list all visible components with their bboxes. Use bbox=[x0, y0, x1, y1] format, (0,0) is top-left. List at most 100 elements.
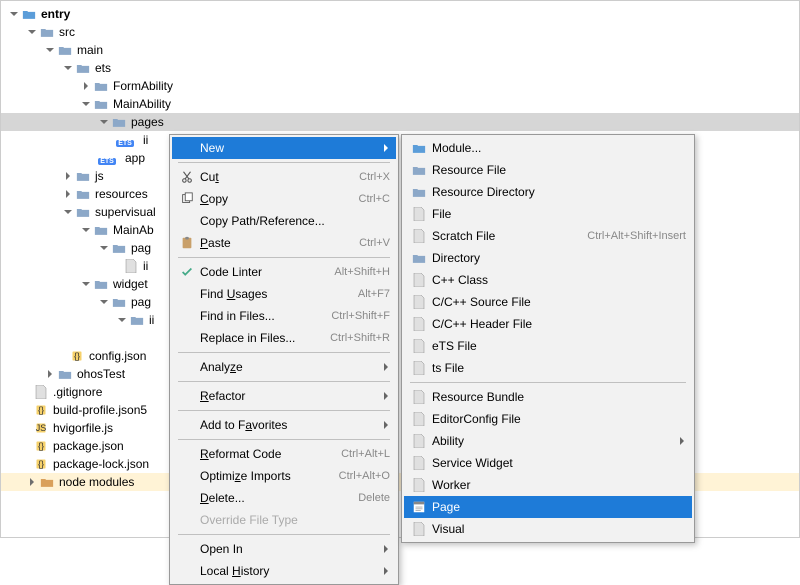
chevron-right-icon[interactable] bbox=[27, 477, 37, 487]
folder-icon bbox=[75, 204, 91, 220]
menu-item-override: Override File Type bbox=[172, 509, 396, 531]
chevron-down-icon[interactable] bbox=[99, 117, 109, 127]
tree-node-pages-selected[interactable]: pages bbox=[1, 113, 799, 131]
submenu-item-ccsrc[interactable]: C/C++ Source File bbox=[404, 291, 692, 313]
chevron-right-icon[interactable] bbox=[45, 369, 55, 379]
chevron-down-icon[interactable] bbox=[81, 279, 91, 289]
shortcut-label: Ctrl+Alt+O bbox=[339, 470, 390, 482]
shortcut-label: Ctrl+X bbox=[359, 171, 390, 183]
menu-label: Find Usages bbox=[200, 287, 348, 301]
menu-item-refactor[interactable]: Refactor bbox=[172, 385, 396, 407]
tree-node-formability[interactable]: FormAbility bbox=[1, 77, 799, 95]
tree-node-src[interactable]: src bbox=[1, 23, 799, 41]
new-submenu: Module... Resource File Resource Directo… bbox=[401, 134, 695, 543]
chevron-down-icon[interactable] bbox=[99, 243, 109, 253]
tree-label: resources bbox=[95, 187, 148, 201]
page-icon bbox=[410, 498, 428, 516]
menu-item-new[interactable]: New bbox=[172, 137, 396, 159]
tree-node-mainability[interactable]: MainAbility bbox=[1, 95, 799, 113]
menu-label: Resource File bbox=[432, 163, 686, 177]
menu-item-localhistory[interactable]: Local History bbox=[172, 560, 396, 582]
chevron-down-icon[interactable] bbox=[9, 9, 19, 19]
menu-label: eTS File bbox=[432, 339, 686, 353]
menu-item-paste[interactable]: Paste Ctrl+V bbox=[172, 232, 396, 254]
submenu-item-cppclass[interactable]: C++ Class bbox=[404, 269, 692, 291]
tree-label: pages bbox=[131, 115, 164, 129]
chevron-down-icon[interactable] bbox=[63, 63, 73, 73]
menu-item-copy[interactable]: Copy Ctrl+C bbox=[172, 188, 396, 210]
chevron-right-icon[interactable] bbox=[63, 189, 73, 199]
menu-separator bbox=[178, 381, 390, 382]
submenu-item-module[interactable]: Module... bbox=[404, 137, 692, 159]
tree-label: ets bbox=[95, 61, 111, 75]
folder-icon bbox=[21, 6, 37, 22]
copy-icon bbox=[178, 190, 196, 208]
menu-item-analyze[interactable]: Analyze bbox=[172, 356, 396, 378]
menu-item-delete[interactable]: Delete... Delete bbox=[172, 487, 396, 509]
tree-node-entry[interactable]: entry bbox=[1, 5, 799, 23]
menu-item-codelinter[interactable]: Code Linter Alt+Shift+H bbox=[172, 261, 396, 283]
submenu-arrow-icon bbox=[678, 437, 686, 445]
submenu-item-ets[interactable]: eTS File bbox=[404, 335, 692, 357]
menu-item-cut[interactable]: Cut Ctrl+X bbox=[172, 166, 396, 188]
menu-item-findusages[interactable]: Find Usages Alt+F7 bbox=[172, 283, 396, 305]
menu-item-optimize[interactable]: Optimize Imports Ctrl+Alt+O bbox=[172, 465, 396, 487]
chevron-right-icon[interactable] bbox=[81, 81, 91, 91]
menu-label: Resource Directory bbox=[432, 185, 686, 199]
submenu-item-directory[interactable]: Directory bbox=[404, 247, 692, 269]
submenu-item-worker[interactable]: Worker bbox=[404, 474, 692, 496]
menu-label: EditorConfig File bbox=[432, 412, 686, 426]
chevron-down-icon[interactable] bbox=[45, 45, 55, 55]
tree-node-ets[interactable]: ets bbox=[1, 59, 799, 77]
chevron-down-icon[interactable] bbox=[63, 207, 73, 217]
menu-label: Open In bbox=[200, 542, 376, 556]
json-file-icon bbox=[33, 438, 49, 454]
submenu-item-scratch[interactable]: Scratch File Ctrl+Alt+Shift+Insert bbox=[404, 225, 692, 247]
chevron-down-icon[interactable] bbox=[81, 225, 91, 235]
submenu-item-visual[interactable]: Visual bbox=[404, 518, 692, 540]
tree-node-main[interactable]: main bbox=[1, 41, 799, 59]
menu-item-copypath[interactable]: Copy Path/Reference... bbox=[172, 210, 396, 232]
shortcut-label: Ctrl+Alt+Shift+Insert bbox=[587, 230, 686, 242]
tree-label: .gitignore bbox=[53, 385, 102, 399]
json-file-icon bbox=[69, 348, 85, 364]
submenu-item-ts[interactable]: ts File bbox=[404, 357, 692, 379]
file-icon bbox=[410, 205, 428, 223]
menu-label: Optimize Imports bbox=[200, 469, 329, 483]
menu-label: Directory bbox=[432, 251, 686, 265]
folder-icon bbox=[39, 474, 55, 490]
chevron-down-icon[interactable] bbox=[99, 297, 109, 307]
menu-label: Reformat Code bbox=[200, 447, 331, 461]
submenu-item-cchdr[interactable]: C/C++ Header File bbox=[404, 313, 692, 335]
menu-item-reformat[interactable]: Reformat Code Ctrl+Alt+L bbox=[172, 443, 396, 465]
file-icon bbox=[410, 227, 428, 245]
chevron-down-icon[interactable] bbox=[117, 315, 127, 325]
menu-separator bbox=[178, 534, 390, 535]
chevron-down-icon[interactable] bbox=[27, 27, 37, 37]
submenu-item-resbundle[interactable]: Resource Bundle bbox=[404, 386, 692, 408]
chevron-right-icon[interactable] bbox=[63, 171, 73, 181]
menu-item-openin[interactable]: Open In bbox=[172, 538, 396, 560]
submenu-item-servicewidget[interactable]: Service Widget bbox=[404, 452, 692, 474]
js-file-icon bbox=[33, 420, 49, 436]
menu-item-replaceinfiles[interactable]: Replace in Files... Ctrl+Shift+R bbox=[172, 327, 396, 349]
submenu-item-resdir[interactable]: Resource Directory bbox=[404, 181, 692, 203]
submenu-arrow-icon bbox=[382, 421, 390, 429]
paste-icon bbox=[178, 234, 196, 252]
tree-label: ii bbox=[143, 259, 148, 273]
folder-icon bbox=[129, 312, 145, 328]
menu-label: C/C++ Source File bbox=[432, 295, 686, 309]
visual-icon bbox=[410, 520, 428, 538]
blank-icon bbox=[178, 358, 196, 376]
submenu-item-file[interactable]: File bbox=[404, 203, 692, 225]
menu-separator bbox=[178, 352, 390, 353]
submenu-item-resfile[interactable]: Resource File bbox=[404, 159, 692, 181]
submenu-item-editorconfig[interactable]: EditorConfig File bbox=[404, 408, 692, 430]
submenu-item-ability[interactable]: Ability bbox=[404, 430, 692, 452]
menu-item-favorites[interactable]: Add to Favorites bbox=[172, 414, 396, 436]
blank-icon bbox=[178, 212, 196, 230]
menu-item-findinfiles[interactable]: Find in Files... Ctrl+Shift+F bbox=[172, 305, 396, 327]
menu-label: Local History bbox=[200, 564, 376, 578]
submenu-item-page[interactable]: Page bbox=[404, 496, 692, 518]
chevron-down-icon[interactable] bbox=[81, 99, 91, 109]
